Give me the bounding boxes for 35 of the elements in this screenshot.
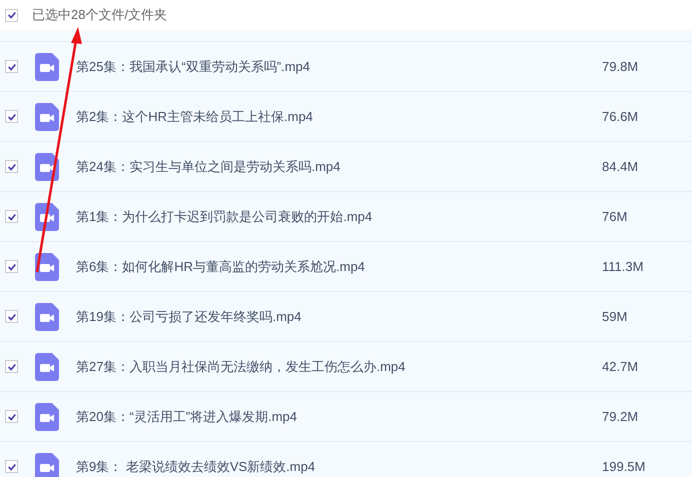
file-size: 79.2M [602,409,638,424]
video-file-icon [35,402,59,430]
file-size: 84.4M [602,159,638,174]
video-file-icon [35,252,59,280]
file-size: 111.3M [602,259,644,274]
file-size: 79.8M [602,59,638,74]
file-checkbox[interactable] [5,110,18,123]
file-size: 76.6M [602,109,638,124]
file-checkbox[interactable] [5,460,18,473]
select-all-checkbox[interactable] [5,8,18,22]
file-name[interactable]: 第19集：公司亏损了还发年终奖吗.mp4 [76,308,596,326]
file-name[interactable]: 第25集：我国承认“双重劳动关系吗”.mp4 [76,58,596,76]
file-checkbox[interactable] [5,360,18,373]
file-size: 59M [602,309,628,324]
video-file-icon [35,302,59,330]
file-name[interactable]: 第27集：入职当月社保尚无法缴纳，发生工伤怎么办.mp4 [76,358,596,376]
file-checkbox[interactable] [5,310,18,323]
video-file-icon [35,352,59,380]
file-name[interactable]: 第6集：如何化解HR与董高监的劳动关系尬况.mp4 [76,258,596,276]
video-file-icon [35,52,59,80]
file-checkbox[interactable] [5,60,18,73]
file-size: 199.5M [602,459,646,474]
file-checkbox[interactable] [5,410,18,423]
video-file-icon [35,102,59,130]
file-name[interactable]: 第24集：实习生与单位之间是劳动关系吗.mp4 [76,158,596,176]
file-size: 42.7M [602,359,638,374]
file-name[interactable]: 第20集：“灵活用工”将进入爆发期.mp4 [76,408,596,426]
file-checkbox[interactable] [5,210,18,223]
selection-count: 已选中28个文件/文件夹 [32,6,168,24]
file-name[interactable]: 第2集：这个HR主管未给员工上社保.mp4 [76,108,596,126]
file-checkbox[interactable] [5,260,18,273]
file-name[interactable]: 第1集：为什么打卡迟到罚款是公司衰败的开始.mp4 [76,208,596,226]
file-checkbox[interactable] [5,160,18,173]
file-size: 76M [602,209,628,224]
file-name[interactable]: 第9集： 老梁说绩效去绩效VS新绩效.mp4 [76,458,596,476]
